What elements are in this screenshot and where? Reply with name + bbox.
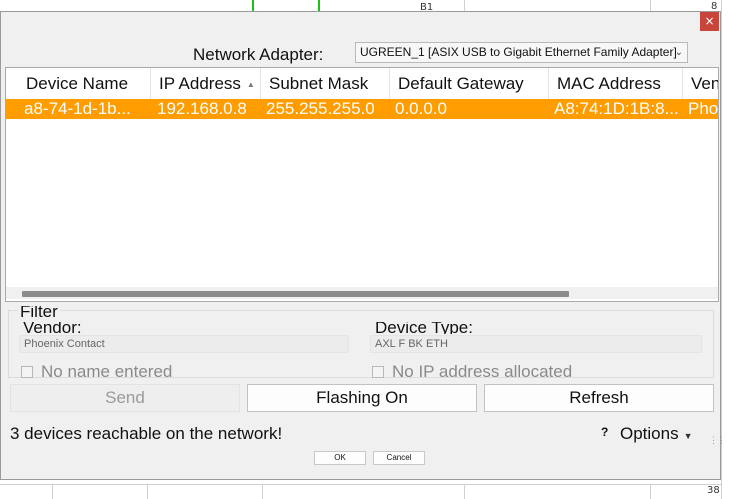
no-name-label: No name entered [41, 362, 173, 381]
no-name-checkbox[interactable]: No name entered [21, 362, 172, 382]
column-header-vendor[interactable]: Ven [683, 68, 718, 99]
horizontal-scrollbar[interactable] [6, 287, 718, 299]
background-gridline [721, 0, 722, 499]
ok-button[interactable]: OK [314, 451, 366, 465]
network-adapter-select[interactable]: UGREEN_1 [ASIX USB to Gigabit Ethernet F… [355, 42, 688, 63]
network-adapter-value: UGREEN_1 [ASIX USB to Gigabit Ethernet F… [360, 45, 677, 59]
cell-default-gateway: 0.0.0.0 [395, 99, 447, 118]
column-header-default-gateway[interactable]: Default Gateway [390, 68, 549, 99]
flashing-on-button[interactable]: Flashing On [247, 384, 477, 412]
table-header: Device Name IP Address ▲ Subnet Mask Defa… [6, 68, 718, 100]
options-label: Options [620, 424, 679, 443]
column-header-ip-address[interactable]: IP Address ▲ [151, 68, 261, 99]
resize-grip-icon[interactable]: ⋮⋮ [709, 435, 726, 446]
chevron-down-icon: ⌄ [674, 47, 683, 58]
checkbox-box[interactable] [372, 366, 384, 378]
device-table[interactable]: Device Name IP Address ▲ Subnet Mask Defa… [5, 67, 719, 302]
scrollbar-thumb[interactable] [22, 291, 569, 297]
no-ip-checkbox[interactable]: No IP address allocated [372, 362, 572, 382]
column-header-subnet-mask[interactable]: Subnet Mask [261, 68, 390, 99]
no-ip-label: No IP address allocated [392, 362, 573, 381]
vendor-label: Vendor: [23, 322, 82, 334]
chevron-down-icon: ▼ [683, 431, 693, 441]
device-type-field[interactable]: AXL F BK ETH [370, 335, 702, 353]
cell-subnet-mask: 255.255.255.0 [266, 99, 375, 118]
options-menu[interactable]: Options ▼ [620, 424, 693, 444]
background-gridline [464, 0, 465, 11]
sort-ascending-icon: ▲ [246, 80, 255, 90]
filter-title: Filter [18, 306, 60, 318]
vendor-field[interactable]: Phoenix Contact [19, 335, 349, 353]
checkbox-box[interactable] [21, 366, 33, 378]
column-header-mac-address[interactable]: MAC Address [549, 68, 683, 99]
send-button[interactable]: Send [10, 384, 240, 412]
refresh-button[interactable]: Refresh [484, 384, 714, 412]
device-type-label: Device Type: [375, 322, 473, 334]
background-gridline [650, 484, 651, 499]
cell-device-name: a8-74-1d-1b... [24, 99, 131, 118]
background-gridline [464, 484, 465, 499]
network-adapter-label: Network Adapter: [193, 45, 324, 64]
background-gridline [650, 0, 651, 11]
background-gridline [0, 484, 721, 485]
cell-ip-address: 192.168.0.8 [157, 99, 247, 118]
background-gridline [147, 484, 148, 499]
background-gridline [52, 484, 53, 499]
cancel-button[interactable]: Cancel [373, 451, 425, 465]
cell-vendor: Pho [688, 99, 719, 118]
table-row[interactable]: a8-74-1d-1b... 192.168.0.8 255.255.255.0… [6, 99, 719, 119]
help-icon[interactable]: ? [601, 425, 608, 439]
cell-mac-address: A8:74:1D:1B:8... [554, 99, 679, 118]
status-text: 3 devices reachable on the network! [10, 424, 283, 443]
column-header-device-name[interactable]: Device Name [18, 68, 151, 99]
background-label-38: 38 [707, 485, 720, 496]
close-button[interactable]: × [700, 12, 719, 31]
background-gridline [262, 484, 263, 499]
